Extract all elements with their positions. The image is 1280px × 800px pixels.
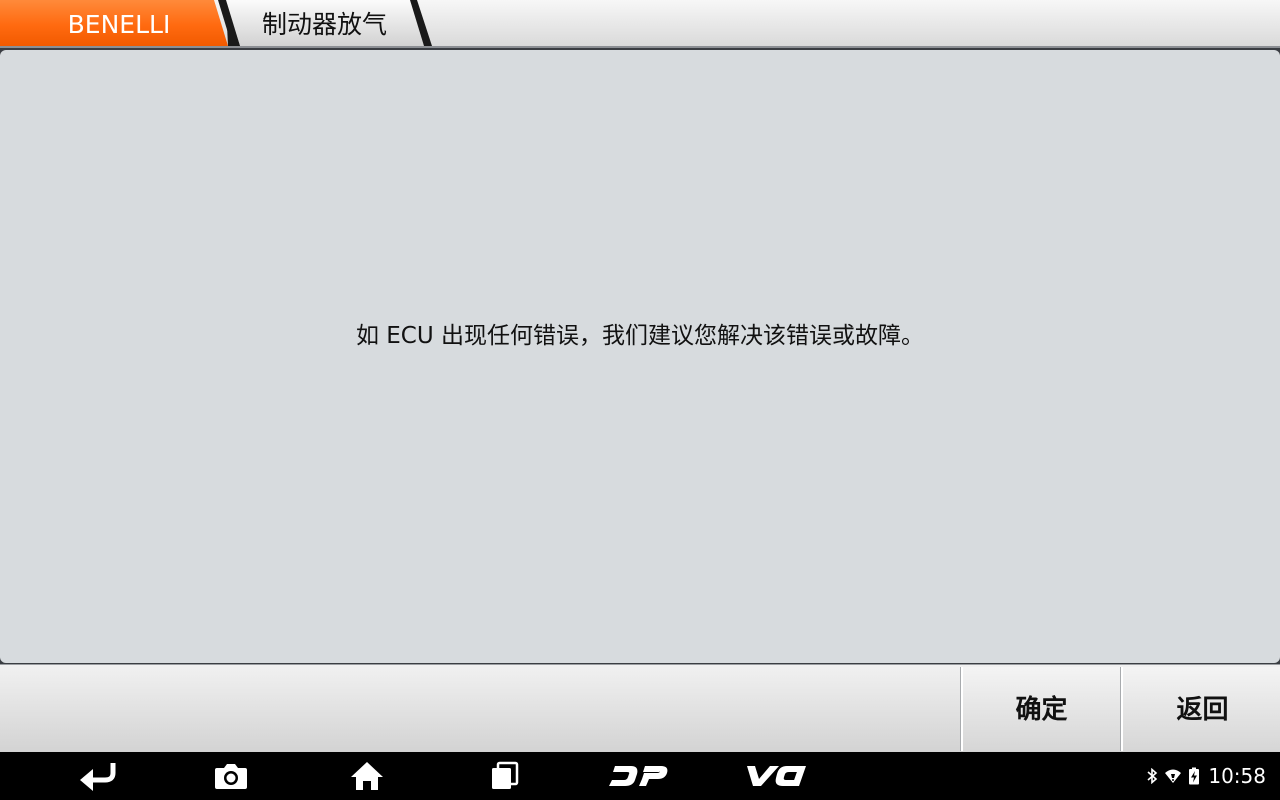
- nav-vci-button[interactable]: [740, 752, 810, 800]
- recent-apps-icon: [492, 761, 519, 789]
- message-panel: 如 ECU 出现任何错误，我们建议您解决该错误或故障。: [0, 50, 1280, 663]
- wifi-icon: [1165, 769, 1182, 783]
- status-area: 10:58: [1146, 752, 1266, 800]
- home-icon: [351, 762, 383, 790]
- nav-recent-apps-button[interactable]: [469, 752, 539, 800]
- breadcrumb-brand-label: BENELLI: [67, 10, 171, 39]
- dp-logo-icon: [609, 766, 668, 786]
- breadcrumb-item-brand[interactable]: BENELLI: [0, 0, 240, 46]
- nav-dp-button[interactable]: [604, 752, 674, 800]
- nav-screenshot-button[interactable]: [196, 752, 266, 800]
- nav-back-button[interactable]: [62, 752, 132, 800]
- nav-home-button[interactable]: [332, 752, 402, 800]
- back-arrow-icon: [80, 763, 116, 791]
- status-clock: 10:58: [1208, 764, 1266, 788]
- action-bar: 确定 返回: [0, 664, 1280, 752]
- back-button[interactable]: 返回: [1121, 667, 1280, 751]
- system-nav-bar: 10:58: [0, 752, 1280, 800]
- breadcrumb-function-label: 制动器放气: [262, 10, 388, 39]
- vci-logo-icon: [747, 766, 806, 786]
- breadcrumb-bar: BENELLI 制动器放气: [0, 0, 1280, 48]
- confirm-button[interactable]: 确定: [961, 667, 1120, 751]
- diagnostic-app-screen: BENELLI 制动器放气 如 ECU 出现任何错误，我们建议您解决该错误或故障…: [0, 0, 1280, 800]
- bluetooth-icon: [1147, 768, 1158, 784]
- battery-icon: [1189, 767, 1200, 785]
- ecu-error-message: 如 ECU 出现任何错误，我们建议您解决该错误或故障。: [355, 323, 925, 349]
- camera-icon: [215, 764, 247, 789]
- breadcrumb-item-function[interactable]: 制动器放气: [214, 0, 434, 46]
